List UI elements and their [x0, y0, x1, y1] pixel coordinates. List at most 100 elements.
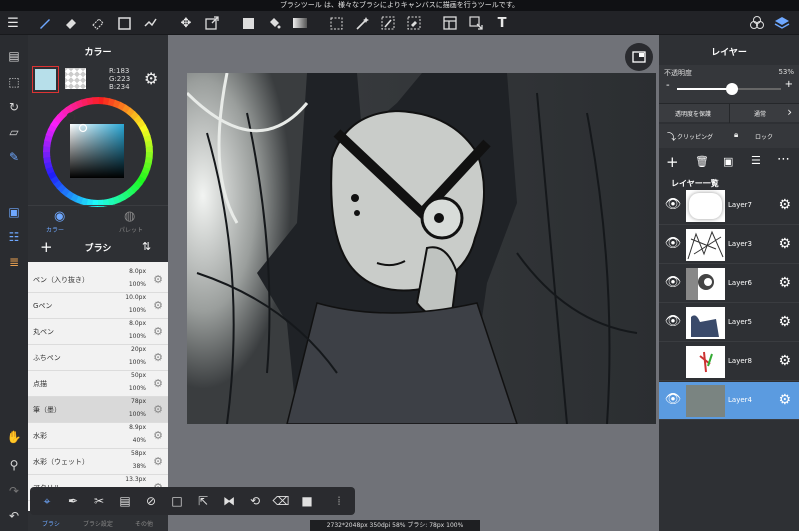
fill-selection-icon[interactable]: ■: [298, 492, 316, 510]
select-move-icon[interactable]: [467, 14, 485, 32]
layers-icon[interactable]: [773, 14, 791, 32]
canvas-area[interactable]: [168, 35, 659, 531]
selection-icon[interactable]: ⬚: [5, 73, 23, 91]
chevron-right-icon[interactable]: ›: [787, 105, 792, 119]
select-eraser-icon[interactable]: [405, 14, 423, 32]
gradient-icon[interactable]: [141, 14, 159, 32]
layer-row[interactable]: 👁︎ Layer3 ⚙: [659, 226, 799, 264]
menu-icon[interactable]: ☰: [4, 14, 22, 32]
pen-tip-icon[interactable]: ✒: [64, 492, 82, 510]
brush-settings-gear-icon[interactable]: ⚙: [153, 325, 163, 338]
sort-icon[interactable]: ⇅: [142, 240, 151, 253]
select-pen-icon[interactable]: [379, 14, 397, 32]
visibility-eye-icon[interactable]: [663, 353, 683, 371]
eraser-icon[interactable]: [62, 14, 80, 32]
rotate-icon[interactable]: ↻: [5, 98, 23, 116]
blend-mode-select[interactable]: 通常: [754, 109, 766, 118]
transform-icon[interactable]: [203, 14, 221, 32]
erase-selection-icon[interactable]: ⌫: [272, 492, 290, 510]
color-tab-icon[interactable]: ◉: [54, 209, 65, 224]
rotate-tool-icon[interactable]: ⟲: [246, 492, 264, 510]
transform-tool-icon[interactable]: ⇱: [194, 492, 212, 510]
layer-settings-gear-icon[interactable]: ⚙: [778, 392, 791, 408]
layer-settings-gear-icon[interactable]: ⚙: [778, 314, 791, 330]
artwork-canvas[interactable]: [187, 73, 656, 424]
brush-row[interactable]: Gペン 10.0px 100% ⚙: [28, 293, 168, 319]
brush-settings-gear-icon[interactable]: ⚙: [153, 429, 163, 442]
brush-settings-gear-icon[interactable]: ⚙: [153, 299, 163, 312]
page-icon[interactable]: ▤: [5, 47, 23, 65]
redo-icon[interactable]: ↷: [5, 482, 23, 500]
visibility-eye-icon[interactable]: 👁︎: [663, 236, 683, 254]
ruler-icon[interactable]: ▱: [5, 123, 23, 141]
gradient-fill-icon[interactable]: [291, 14, 309, 32]
visibility-eye-icon[interactable]: 👁︎: [663, 392, 683, 410]
layer-settings-gear-icon[interactable]: ⚙: [778, 236, 791, 252]
brush-row[interactable]: 水彩 8.9px 40% ⚙: [28, 423, 168, 449]
main-color-swatch[interactable]: [32, 66, 59, 93]
brush-row[interactable]: ふちペン 20px 100% ⚙: [28, 345, 168, 371]
tab-other[interactable]: その他: [135, 519, 153, 528]
layer-row[interactable]: Layer8 ⚙: [659, 343, 799, 381]
navigator-icon[interactable]: [625, 43, 653, 71]
opacity-minus-button[interactable]: -: [666, 80, 670, 91]
color-wheel[interactable]: [42, 96, 154, 208]
layer-row[interactable]: 👁︎ Layer6 ⚙: [659, 265, 799, 303]
brush-row[interactable]: ペン（入り抜き） 8.0px 100% ⚙: [28, 267, 168, 293]
layer-image-icon[interactable]: ▣: [723, 155, 733, 168]
visibility-eye-icon[interactable]: 👁︎: [663, 275, 683, 293]
magic-wand-icon[interactable]: [353, 14, 371, 32]
clipping-button[interactable]: クリッピング: [677, 132, 713, 141]
undo-icon[interactable]: ↶: [5, 507, 23, 525]
brush-settings-gear-icon[interactable]: ⚙: [153, 273, 163, 286]
visibility-eye-icon[interactable]: 👁︎: [663, 197, 683, 215]
brush-row[interactable]: 点描 50px 100% ⚙: [28, 371, 168, 397]
cut-icon[interactable]: ✂: [90, 492, 108, 510]
brush-row[interactable]: 筆（墨） 78px 100% ⚙: [28, 397, 168, 423]
pen-icon[interactable]: ✎: [5, 148, 23, 166]
brush-row[interactable]: 丸ペン 8.0px 100% ⚙: [28, 319, 168, 345]
color-window-icon[interactable]: ▣: [5, 203, 23, 221]
lock-button[interactable]: ロック: [755, 132, 773, 141]
bucket-icon[interactable]: [265, 14, 283, 32]
blur-eraser-icon[interactable]: [89, 14, 107, 32]
layout-icon[interactable]: [441, 14, 459, 32]
layer-list-icon[interactable]: ☰: [751, 154, 761, 167]
color-settings-gear-icon[interactable]: ⚙: [144, 69, 158, 88]
text-icon[interactable]: T: [493, 14, 511, 32]
flip-icon[interactable]: ⧓: [220, 492, 238, 510]
brush-settings-gear-icon[interactable]: ⚙: [153, 403, 163, 416]
grip-icon[interactable]: ⁞: [330, 492, 348, 510]
layer-window-icon[interactable]: ≣: [5, 253, 23, 271]
layer-row[interactable]: 👁︎ Layer7 ⚙: [659, 187, 799, 225]
add-layer-icon[interactable]: +: [666, 153, 679, 171]
fill-color-icon[interactable]: [239, 14, 257, 32]
eyedropper-icon[interactable]: ⚲: [5, 456, 23, 474]
delete-layer-icon[interactable]: 🗑︎: [695, 155, 709, 168]
brush-icon[interactable]: [36, 14, 54, 32]
rect-shape-icon[interactable]: [115, 14, 133, 32]
layer-settings-gear-icon[interactable]: ⚙: [778, 353, 791, 369]
brush-settings-gear-icon[interactable]: ⚙: [153, 377, 163, 390]
hand-icon[interactable]: ✋: [5, 428, 23, 446]
brush-row[interactable]: 水彩（ウェット） 58px 38% ⚙: [28, 449, 168, 475]
visibility-eye-icon[interactable]: 👁︎: [663, 314, 683, 332]
opacity-slider[interactable]: [677, 83, 781, 95]
layer-settings-gear-icon[interactable]: ⚙: [778, 197, 791, 213]
tab-brush-settings[interactable]: ブラシ設定: [83, 519, 113, 528]
opacity-plus-button[interactable]: +: [785, 79, 793, 90]
clear-icon[interactable]: ⊘: [142, 492, 160, 510]
more-options-icon[interactable]: ⋯: [777, 152, 790, 167]
select-frame-icon[interactable]: □: [168, 492, 186, 510]
layer-settings-gear-icon[interactable]: ⚙: [778, 275, 791, 291]
brush-settings-gear-icon[interactable]: ⚙: [153, 351, 163, 364]
select-rect-icon[interactable]: [327, 14, 345, 32]
materials-icon[interactable]: [748, 14, 766, 32]
layer-row[interactable]: 👁︎ Layer5 ⚙: [659, 304, 799, 342]
brush-list-icon[interactable]: ☷: [5, 228, 23, 246]
layer-row[interactable]: 👁︎ Layer4 ⚙: [659, 382, 799, 420]
palette-tab-icon[interactable]: ◍: [124, 209, 135, 224]
paste-icon[interactable]: ▤: [116, 492, 134, 510]
lasso-brush-icon[interactable]: ⌖: [38, 492, 56, 510]
sub-color-swatch[interactable]: [65, 68, 86, 89]
